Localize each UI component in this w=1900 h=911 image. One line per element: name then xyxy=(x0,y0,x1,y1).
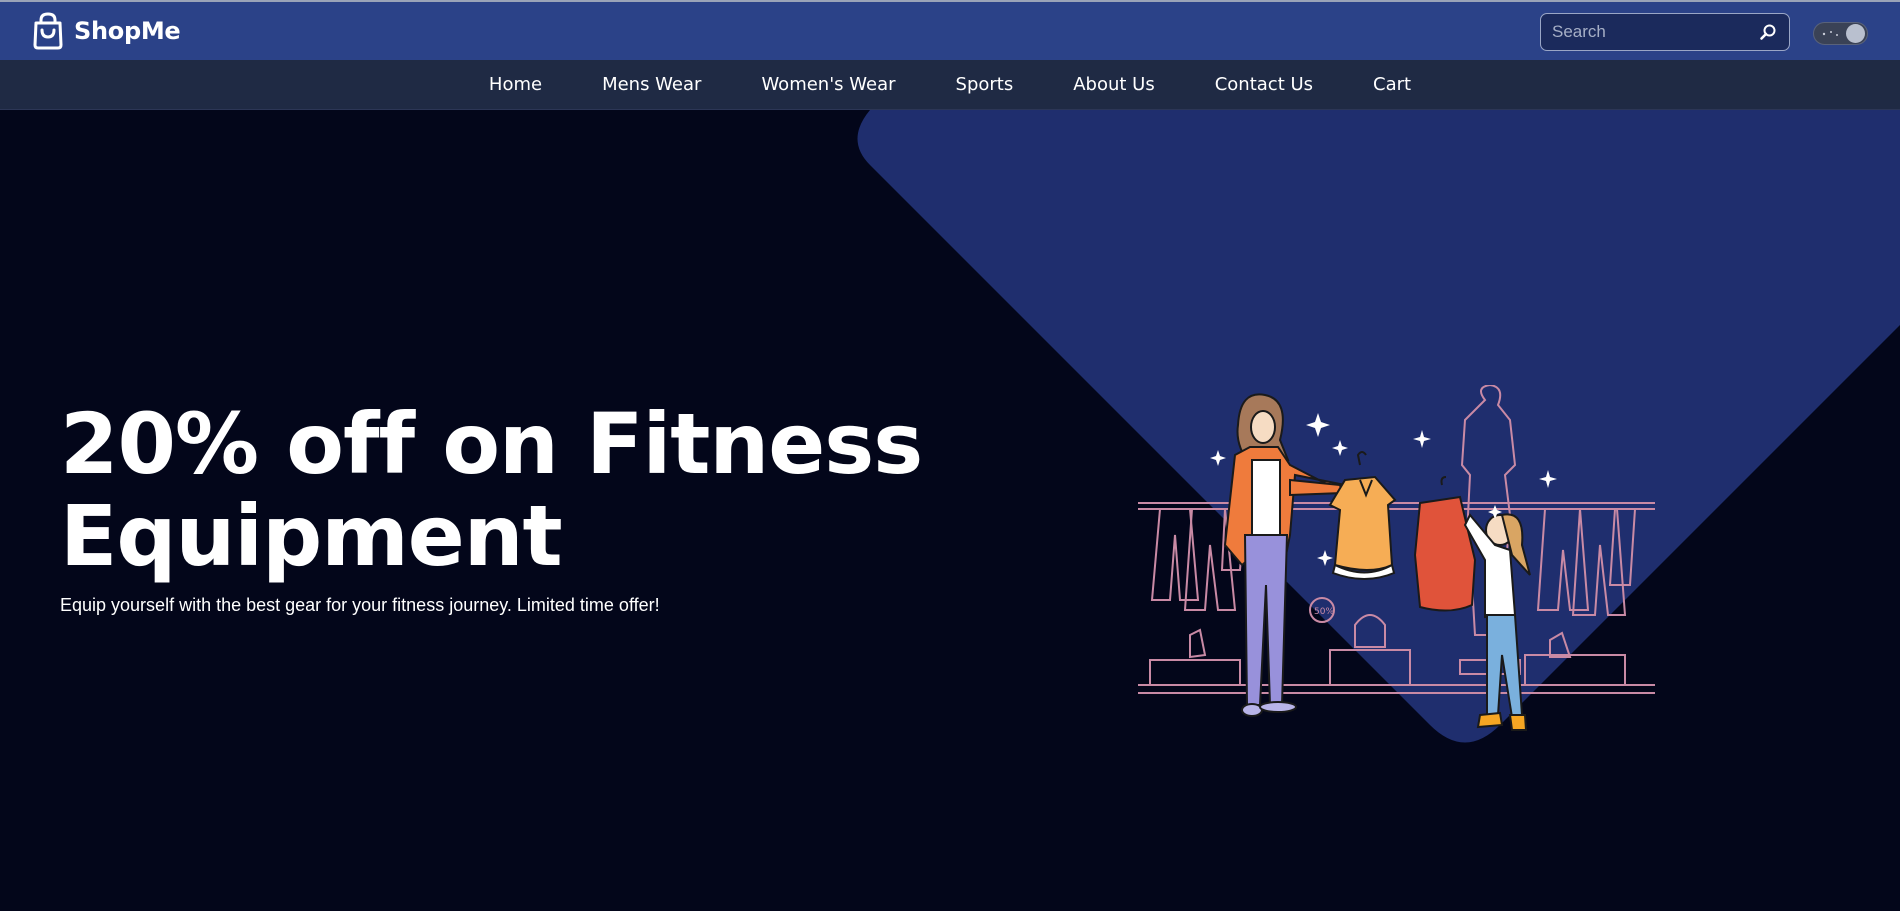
brand-logo[interactable]: ShopMe xyxy=(30,12,181,50)
nav-item-cart[interactable]: Cart xyxy=(1343,60,1441,110)
brand-name: ShopMe xyxy=(74,17,181,45)
nav-item-womens-wear[interactable]: Women's Wear xyxy=(731,60,925,110)
search-box xyxy=(1540,13,1790,51)
hero-title: 20% off on Fitness Equipment xyxy=(60,398,960,582)
nav-item-contact-us[interactable]: Contact Us xyxy=(1185,60,1343,110)
search-icon[interactable] xyxy=(1759,23,1777,41)
nav-item-mens-wear[interactable]: Mens Wear xyxy=(572,60,731,110)
top-header: ShopMe xyxy=(0,0,1900,60)
stars-icon xyxy=(1822,31,1838,36)
main-nav: Home Mens Wear Women's Wear Sports About… xyxy=(0,60,1900,110)
nav-item-sports[interactable]: Sports xyxy=(926,60,1044,110)
hero-subtitle: Equip yourself with the best gear for yo… xyxy=(60,595,660,615)
shopping-bag-icon xyxy=(33,12,63,50)
toggle-knob xyxy=(1846,24,1865,43)
hero-title-line-2: Equipment xyxy=(60,487,563,585)
nav-item-home[interactable]: Home xyxy=(459,60,572,110)
search-input[interactable] xyxy=(1541,14,1751,50)
sale-tag: 50% xyxy=(1314,607,1334,617)
dark-mode-toggle[interactable] xyxy=(1813,22,1868,45)
nav-item-about-us[interactable]: About Us xyxy=(1043,60,1185,110)
hero-title-line-1: 20% off on Fitness xyxy=(60,395,923,493)
nav-list: Home Mens Wear Women's Wear Sports About… xyxy=(0,60,1900,110)
shopping-clothes-illustration: 50% xyxy=(1138,385,1655,731)
